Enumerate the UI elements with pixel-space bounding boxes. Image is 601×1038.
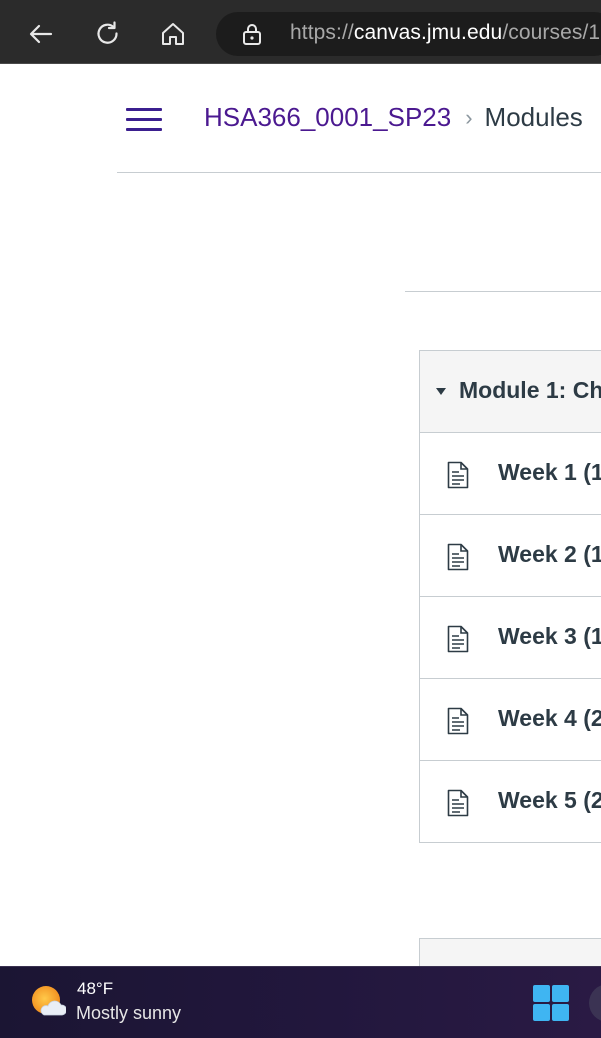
module-panel: Module 1: Ch Week 1 (1 Week 2 (1 Week 3 …: [419, 350, 601, 843]
partly-sunny-icon[interactable]: [30, 984, 66, 1020]
module-item-title[interactable]: Week 4 (2: [498, 705, 601, 732]
back-button[interactable]: [21, 14, 61, 54]
breadcrumb-course-link[interactable]: HSA366_0001_SP23: [204, 102, 451, 133]
url-domain: canvas.jmu.edu: [353, 21, 503, 44]
module-item-title[interactable]: Week 5 (2: [498, 787, 601, 814]
module-header[interactable]: Module 1: Ch: [420, 351, 601, 433]
page-icon: [447, 707, 469, 735]
taskbar-search-button[interactable]: [589, 984, 601, 1022]
url-prefix: https://: [290, 21, 354, 44]
weather-condition[interactable]: Mostly sunny: [76, 1003, 181, 1024]
module-item-title[interactable]: Week 2 (1: [498, 541, 601, 568]
start-logo-tile: [533, 985, 550, 1002]
refresh-button[interactable]: [88, 14, 128, 54]
breadcrumb: HSA366_0001_SP23 › Modules: [204, 100, 583, 134]
hamburger-line: [126, 128, 162, 131]
start-logo-tile: [533, 1004, 550, 1021]
weather-temperature[interactable]: 48°F: [77, 979, 113, 999]
browser-toolbar: https://canvas.jmu.edu/courses/19: [0, 0, 601, 64]
module-item-title[interactable]: Week 3 (1: [498, 623, 601, 650]
hamburger-line: [126, 108, 162, 111]
module-title: Module 1: Ch: [459, 377, 601, 403]
hamburger-line: [126, 118, 162, 121]
toolbar-divider: [405, 291, 601, 292]
module-item[interactable]: Week 1 (1: [420, 433, 601, 515]
start-logo-tile: [552, 985, 569, 1002]
caret-down-icon[interactable]: [436, 388, 446, 395]
breadcrumb-current-page: Modules: [484, 101, 583, 132]
page-icon: [447, 789, 469, 817]
course-nav-menu-button[interactable]: [124, 104, 164, 136]
page-icon: [447, 543, 469, 571]
url-path: /courses/19: [502, 21, 601, 44]
module-item-title[interactable]: Week 1 (1: [498, 459, 601, 486]
header-divider: [117, 172, 601, 173]
module-item[interactable]: Week 5 (2: [420, 761, 601, 842]
windows-taskbar: 48°F Mostly sunny: [0, 966, 601, 1038]
start-logo-tile: [552, 1004, 569, 1021]
home-button[interactable]: [153, 14, 193, 54]
home-icon: [162, 23, 184, 45]
page-icon: [447, 461, 469, 489]
module-item[interactable]: Week 3 (1: [420, 597, 601, 679]
module-item[interactable]: Week 2 (1: [420, 515, 601, 597]
page-icon: [447, 625, 469, 653]
refresh-icon: [97, 21, 118, 44]
lock-icon: [243, 24, 261, 45]
module-item[interactable]: Week 4 (2: [420, 679, 601, 761]
address-bar[interactable]: https://canvas.jmu.edu/courses/19: [216, 12, 601, 56]
arrow-left-icon: [29, 24, 53, 44]
breadcrumb-separator-icon: ›: [465, 105, 473, 130]
windows-start-button[interactable]: [533, 985, 569, 1021]
url-text: https://canvas.jmu.edu/courses/19: [290, 21, 601, 45]
